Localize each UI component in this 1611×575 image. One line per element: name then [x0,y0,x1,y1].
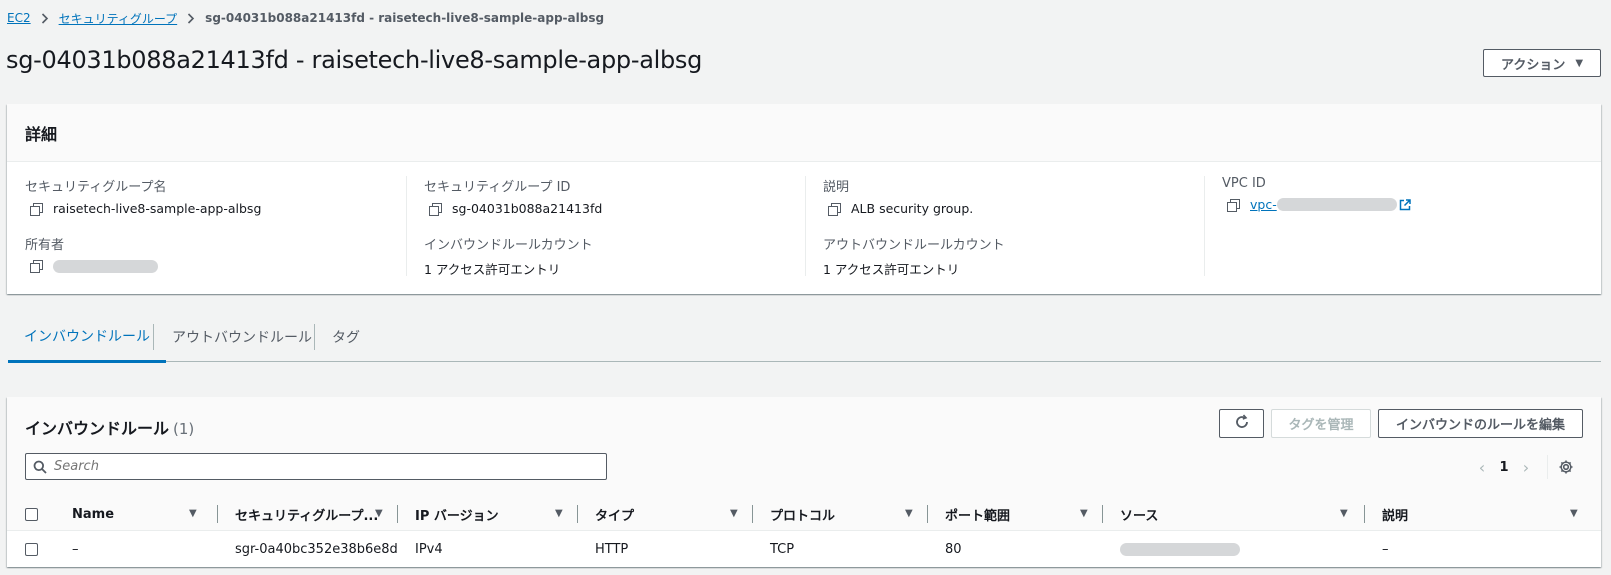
sort-icon[interactable]: ▼ [189,508,197,519]
cell-name: – [72,541,79,557]
inbound-count-field: インバウンドルールカウント 1 アクセス許可エントリ [406,234,796,278]
rules-title: インバウンドルール (1) [25,415,194,439]
sort-icon[interactable]: ▼ [375,508,383,519]
sg-name-field: セキュリティグループ名 raisetech-live8-sample-app-a… [7,176,397,216]
chevron-right-icon [31,12,59,24]
tab-outbound-rules[interactable]: アウトバウンドルール [156,312,328,362]
inbound-rules-panel: インバウンドルール(1) タグを管理 インバウンドのルールを編集 ‹ 1 › N… [7,397,1601,567]
refresh-button[interactable] [1219,409,1264,438]
tab-inbound-rules[interactable]: インバウンドルール [8,312,166,363]
outbound-count-value: 1 アクセス許可エントリ [823,262,960,277]
redacted-vpc-id [1276,198,1397,211]
breadcrumb-current: sg-04031b088a21413fd - raisetech-live8-s… [205,11,605,25]
details-header: 詳細 [7,104,1601,162]
table-row[interactable]: – sgr-0a40bc352e38b6e8d IPv4 HTTP TCP 80… [7,530,1601,567]
sg-name-value: raisetech-live8-sample-app-albsg [53,201,262,216]
sort-icon[interactable]: ▼ [1340,508,1348,519]
cell-port-range: 80 [945,541,962,557]
sort-icon[interactable]: ▼ [730,508,738,519]
column-ip-version[interactable]: IP バージョン [415,498,499,530]
chevron-left-icon[interactable]: ‹ [1472,458,1492,477]
vpc-id-label: VPC ID [1222,176,1266,191]
breadcrumb-security-groups-link[interactable]: セキュリティグループ [59,10,178,27]
sg-id-field: セキュリティグループ ID sg-04031b088a21413fd [406,176,796,216]
column-type[interactable]: タイプ [595,498,634,530]
column-security-group-rule-id[interactable]: セキュリティグループ... [235,498,378,530]
sg-name-label: セキュリティグループ名 [25,180,167,195]
inbound-count-label: インバウンドルールカウント [424,238,593,253]
details-grid: セキュリティグループ名 raisetech-live8-sample-app-a… [7,162,1601,294]
rules-count: (1) [173,420,195,438]
cell-rule-id: sgr-0a40bc352e38b6e8d [235,541,398,557]
inbound-count-value: 1 アクセス許可エントリ [424,262,561,277]
copy-icon[interactable] [827,202,841,216]
pagination: ‹ 1 › [1472,455,1536,479]
refresh-icon [1234,413,1250,434]
column-name[interactable]: Name [72,498,114,530]
tabs: インバウンドルール アウトバウンドルール タグ [8,312,1601,363]
gear-icon[interactable] [1558,459,1574,475]
breadcrumb: EC2 セキュリティグループ sg-04031b088a21413fd - ra… [7,9,604,27]
caret-down-icon: ▼ [1575,57,1584,69]
copy-icon[interactable] [428,202,442,216]
search-field[interactable] [25,453,607,480]
column-divider[interactable] [752,505,753,523]
page-title: sg-04031b088a21413fd - raisetech-live8-s… [6,46,703,74]
cell-type: HTTP [595,541,629,557]
copy-icon[interactable] [29,259,43,273]
column-divider[interactable] [217,505,218,523]
redacted-source [1120,542,1240,556]
sort-icon[interactable]: ▼ [1080,508,1088,519]
tab-divider [314,324,315,350]
vpc-id-link[interactable]: vpc- [1250,197,1277,212]
tab-tags[interactable]: タグ [316,312,376,362]
cell-description: – [1382,541,1389,557]
actions-button[interactable]: アクション ▼ [1483,49,1601,77]
sort-icon[interactable]: ▼ [555,508,563,519]
column-source[interactable]: ソース [1120,498,1158,530]
vpc-id-field: VPC ID vpc- [1204,176,1594,212]
outbound-count-field: アウトバウンドルールカウント 1 アクセス許可エントリ [805,234,1195,278]
tab-divider [153,324,154,350]
rules-title-text: インバウンドルール [25,419,170,438]
column-port-range[interactable]: ポート範囲 [945,498,1010,530]
column-divider[interactable] [577,505,578,523]
column-divider[interactable] [1364,505,1365,523]
copy-icon[interactable] [1226,198,1240,212]
description-field: 説明 ALB security group. [805,176,1195,216]
column-description[interactable]: 説明 [1382,498,1408,530]
description-label: 説明 [823,180,850,195]
actions-button-label: アクション [1500,57,1566,73]
edit-inbound-rules-button[interactable]: インバウンドのルールを編集 [1378,409,1583,438]
search-icon [26,460,54,474]
description-value: ALB security group. [851,201,974,216]
sort-icon[interactable]: ▼ [1570,508,1578,519]
details-panel: 詳細 セキュリティグループ名 raisetech-live8-sample-ap… [7,104,1601,294]
chevron-right-icon[interactable]: › [1516,458,1536,477]
redacted-owner [53,259,158,273]
chevron-right-icon [177,12,205,24]
cell-ip-version: IPv4 [415,541,443,557]
owner-label: 所有者 [25,238,65,253]
column-protocol[interactable]: プロトコル [770,498,835,530]
external-link-icon[interactable] [1399,198,1411,211]
table-header: Name ▼ セキュリティグループ... ▼ IP バージョン ▼ タイプ ▼ … [7,498,1601,530]
sg-id-value: sg-04031b088a21413fd [452,201,603,216]
outbound-count-label: アウトバウンドルールカウント [823,238,1005,253]
sg-id-label: セキュリティグループ ID [424,180,571,195]
cell-protocol: TCP [770,541,795,557]
page-number[interactable]: 1 [1492,460,1516,475]
row-checkbox[interactable] [25,542,38,556]
column-divider[interactable] [927,505,928,523]
sort-icon[interactable]: ▼ [905,508,913,519]
owner-field: 所有者 [7,234,397,273]
copy-icon[interactable] [29,202,43,216]
divider [1547,455,1548,479]
column-divider[interactable] [1102,505,1103,523]
manage-tags-button[interactable]: タグを管理 [1271,409,1371,438]
breadcrumb-ec2-link[interactable]: EC2 [7,11,31,25]
select-all-checkbox[interactable] [25,507,38,521]
column-divider[interactable] [397,505,398,523]
search-input[interactable] [54,459,594,474]
